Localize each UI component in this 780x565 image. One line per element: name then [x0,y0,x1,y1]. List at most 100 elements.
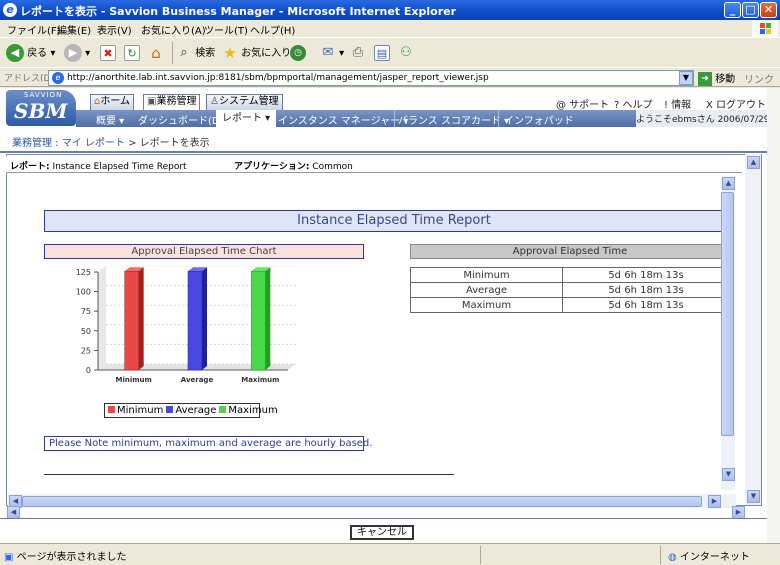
tab-home[interactable]: ⌂ホーム [90,94,135,110]
legend-item: Average [166,405,216,416]
info-link[interactable]: ! 情報 [664,96,691,111]
legend-swatch [219,406,227,413]
edit-icon: ▤ [374,45,390,61]
row-label: Maximum [410,297,563,313]
nav-instance-manager[interactable]: インスタンス マネージャー ▾ [278,112,408,127]
chart-title: Approval Elapsed Time Chart [44,244,364,259]
sub-navigation: 概要 ▾ ダッシュボード(D) レポート ▾ インスタンス マネージャー ▾ バ… [76,110,780,127]
menu-tools[interactable]: ツール(T) [204,22,248,37]
bar-minimum [124,270,139,371]
nav-infopad[interactable]: インフォパッド [504,112,574,127]
refresh-button[interactable]: ↻ [124,44,140,64]
report-scroll-up-button[interactable]: ▲ [722,177,735,190]
report-name: Instance Elapsed Time Report [52,162,187,172]
window-title-bar: e レポートを表示 - Savvion Business Manager - M… [0,0,780,20]
window-title: レポートを表示 - Savvion Business Manager - Mic… [20,5,457,18]
report-scroll-right-button[interactable]: ▶ [708,495,721,508]
favorites-star-icon: ★ [223,44,237,62]
stop-button[interactable]: ✖ [100,44,116,64]
maximize-button[interactable]: □ [742,2,759,18]
browser-viewport: SAVVION SBM ⌂ホーム ▣業務管理 ♙システム管理 @ サポート ? … [0,88,780,543]
x-tick-label: Maximum [241,376,279,384]
address-input[interactable]: e http://anorthite.lab.int.savvion.jp:81… [48,70,694,86]
refresh-icon: ↻ [124,45,140,61]
cancel-button[interactable]: キャンセル [350,525,414,540]
y-tick-label: 125 [76,268,91,277]
nav-report[interactable]: レポート ▾ [216,110,277,127]
mail-button[interactable]: ✉ ▾ [320,44,345,64]
favorites-button[interactable]: ★ お気に入り [222,44,291,64]
bar-average [187,270,203,371]
support-link[interactable]: @ サポート [556,96,609,111]
close-button[interactable]: ✕ [760,2,777,18]
report-vertical-scroll-thumb[interactable] [721,192,734,436]
edit-button[interactable]: ▤ [374,44,390,64]
minimize-button[interactable]: _ [724,2,741,18]
page-icon: e [52,72,64,84]
forward-button[interactable]: ▶ ▾ [64,44,90,64]
security-zone: ◍ インターネット [668,552,750,563]
go-button[interactable]: ➜ 移動 [698,70,735,86]
breadcrumb-link[interactable]: 業務管理 : マイ レポート [12,138,125,149]
search-button[interactable]: ⌕ 検索 [176,44,215,64]
legend-item: Minimum [108,405,163,416]
menu-favorites[interactable]: お気に入り(A) [141,22,206,37]
nav-dashboard[interactable]: ダッシュボード(D) [138,112,224,127]
status-divider [480,546,481,564]
logout-link[interactable]: X ログアウト [706,96,766,111]
menu-help[interactable]: ヘルプ(H) [250,22,295,37]
table-title: Approval Elapsed Time [410,244,730,259]
print-icon: ⎙ [352,45,364,60]
nav-divider [498,110,499,127]
row-value: 5d 6h 18m 13s [562,282,730,298]
ie-icon: e [3,3,17,17]
report-horizontal-scroll-thumb[interactable] [22,496,702,507]
nav-balanced-scorecard[interactable]: バランス スコアカード ▾ [398,112,509,127]
print-button[interactable]: ⎙ [350,44,366,64]
back-arrow-icon: ◀ [6,44,24,62]
messenger-icon: ⚇ [400,45,412,60]
bar-side [138,267,144,370]
app-header: SAVVION SBM ⌂ホーム ▣業務管理 ♙システム管理 @ サポート ? … [0,88,780,128]
menu-view[interactable]: 表示(V) [97,22,132,37]
report-scroll-down-button[interactable]: ▼ [722,468,735,481]
chart-legend: Minimum Average Maximum [104,403,278,418]
row-label: Average [410,282,563,298]
toolbar-separator [172,42,173,64]
table-row: Maximum 5d 6h 18m 13s [410,297,730,313]
links-label[interactable]: リンク [744,71,774,86]
y-tick-label: 50 [81,327,91,336]
breadcrumb-current: レポートを表示 [139,138,210,149]
tab-system-management[interactable]: ♙システム管理 [206,94,283,110]
sbm-logo: SAVVION SBM [6,90,76,126]
nav-divider [394,110,395,127]
status-bar: ▣ ページが表示されました ◍ インターネット [0,543,780,565]
bar-side [202,267,207,370]
row-label: Minimum [410,267,563,283]
messenger-button[interactable]: ⚇ [398,44,414,64]
y-tick-label: 75 [81,307,91,316]
address-dropdown[interactable]: ▼ [679,71,693,85]
page-vertical-scrollbar[interactable] [767,88,780,543]
row-value: 5d 6h 18m 13s [562,297,730,313]
history-button[interactable]: ◷ [290,44,306,64]
frame-vertical-scrollbar[interactable] [745,154,761,505]
nav-overview[interactable]: 概要 ▾ [96,112,124,127]
help-link[interactable]: ? ヘルプ [614,96,653,111]
legend-swatch [108,406,115,413]
menu-edit[interactable]: 編集(E) [57,22,91,37]
bar-chart: 0 25 50 75 100 125 Minimum Average Maximum [76,266,296,384]
menu-file[interactable]: ファイル(F) [7,22,61,37]
note-text: Please Note minimum, maximum and average… [44,436,372,451]
menu-bar: ファイル(F) 編集(E) 表示(V) お気に入り(A) ツール(T) ヘルプ(… [0,20,780,37]
tab-business-management[interactable]: ▣業務管理 [143,94,201,110]
frame-scroll-down-button[interactable]: ▼ [747,490,760,503]
users-icon: ♙ [210,96,219,107]
frame-scroll-up-button[interactable]: ▲ [747,156,760,169]
row-value: 5d 6h 18m 13s [562,267,730,283]
bar-maximum [251,270,266,371]
breadcrumb: 業務管理 : マイ レポート > レポートを表示 [12,138,210,149]
back-button[interactable]: ◀ 戻る ▾ [6,44,55,64]
home-button[interactable]: ⌂ [148,44,164,64]
content-divider [0,151,780,153]
